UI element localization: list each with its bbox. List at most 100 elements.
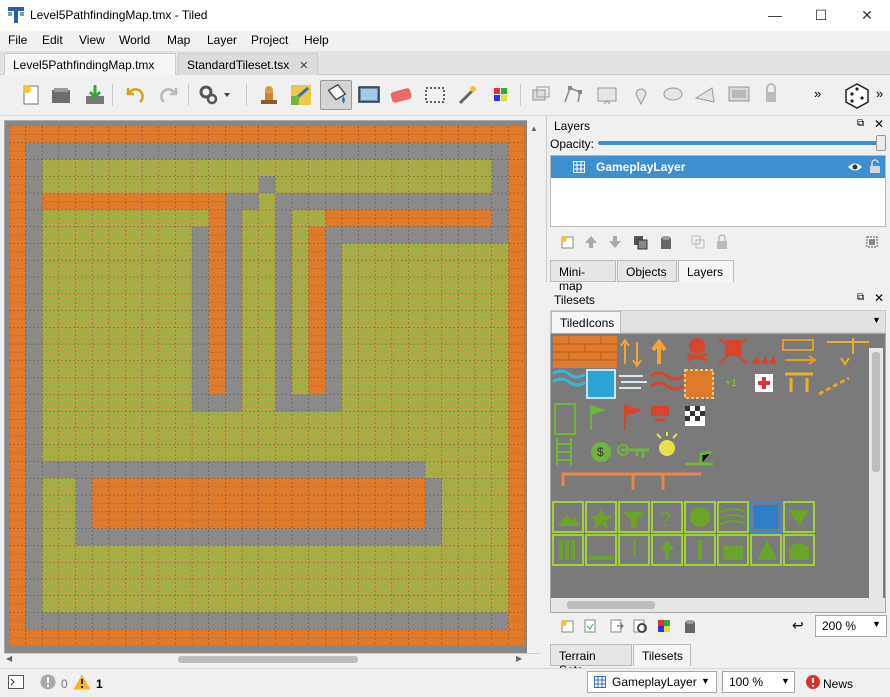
map-tile-grass[interactable] xyxy=(458,276,476,294)
map-tile-grass[interactable] xyxy=(291,545,309,563)
random-mode-icon[interactable] xyxy=(842,80,872,110)
map-tile-grass[interactable] xyxy=(75,394,93,412)
map-tile-grey-path[interactable] xyxy=(208,394,226,412)
map-tile-orange-wall[interactable] xyxy=(308,243,326,261)
map-tile-orange-wall[interactable] xyxy=(125,629,143,646)
map-tile-grass[interactable] xyxy=(408,327,426,345)
map-tile-grass[interactable] xyxy=(375,344,393,362)
map-tile-orange-wall[interactable] xyxy=(325,478,343,496)
map-tile-grey-path[interactable] xyxy=(75,142,93,160)
map-tile-orange-wall[interactable] xyxy=(325,126,343,143)
map-tile-grass[interactable] xyxy=(42,327,60,345)
map-tile-grass[interactable] xyxy=(375,327,393,345)
map-tile-grass[interactable] xyxy=(175,360,193,378)
map-tile-grass[interactable] xyxy=(192,578,209,596)
map-tile-orange-wall[interactable] xyxy=(208,126,226,143)
news-label[interactable]: News xyxy=(823,677,853,691)
map-tile-orange-wall[interactable] xyxy=(108,511,126,529)
map-tile-grey-path[interactable] xyxy=(25,209,43,227)
map-tile-grass[interactable] xyxy=(92,344,110,362)
map-tile-grass[interactable] xyxy=(175,562,193,580)
map-tile-grass[interactable] xyxy=(358,377,376,395)
map-tile-orange-wall[interactable] xyxy=(308,310,326,328)
map-tile-orange-wall[interactable] xyxy=(25,629,43,646)
map-tile-grass[interactable] xyxy=(92,226,110,244)
map-tile-orange-wall[interactable] xyxy=(508,427,525,445)
map-tile-grey-path[interactable] xyxy=(25,327,43,345)
map-tile-grass[interactable] xyxy=(142,545,160,563)
map-tile-grass[interactable] xyxy=(391,562,409,580)
map-tile-grass[interactable] xyxy=(341,444,359,462)
map-tile-grey-path[interactable] xyxy=(92,612,110,630)
map-tile-orange-wall[interactable] xyxy=(275,495,293,513)
map-tile-grey-path[interactable] xyxy=(208,528,226,546)
map-tile-grey-path[interactable] xyxy=(192,461,209,479)
map-tile-grass[interactable] xyxy=(125,159,143,177)
map-tile-orange-wall[interactable] xyxy=(9,545,26,563)
map-tile-grey-path[interactable] xyxy=(108,528,126,546)
map-tile-grass[interactable] xyxy=(375,159,393,177)
map-tile-grass[interactable] xyxy=(425,159,442,177)
map-tile-grass[interactable] xyxy=(475,276,492,294)
map-tile-grey-path[interactable] xyxy=(425,142,442,160)
map-tile-grass[interactable] xyxy=(42,344,60,362)
map-tile-grass[interactable] xyxy=(341,595,359,613)
map-tile-grass[interactable] xyxy=(458,461,476,479)
map-tile-grass[interactable] xyxy=(358,327,376,345)
map-tile-grass[interactable] xyxy=(258,394,276,412)
map-tile-grass[interactable] xyxy=(75,545,93,563)
map-tile-grass[interactable] xyxy=(475,578,492,596)
map-tile-orange-wall[interactable] xyxy=(9,193,26,211)
map-tile-grass[interactable] xyxy=(375,276,393,294)
map-tile-grass[interactable] xyxy=(475,243,492,261)
map-tile-grey-path[interactable] xyxy=(192,327,209,345)
map-tile-grass[interactable] xyxy=(125,444,143,462)
map-tile-grass[interactable] xyxy=(92,360,110,378)
map-tile-orange-wall[interactable] xyxy=(42,193,60,211)
map-tile-grass[interactable] xyxy=(58,528,76,546)
map-tile-orange-wall[interactable] xyxy=(175,126,193,143)
map-tile-grass[interactable] xyxy=(208,444,226,462)
map-tile-orange-wall[interactable] xyxy=(208,377,226,395)
map-tile-orange-wall[interactable] xyxy=(308,293,326,311)
map-tile-orange-wall[interactable] xyxy=(75,193,93,211)
map-tile-orange-wall[interactable] xyxy=(225,495,243,513)
map-tile-orange-wall[interactable] xyxy=(9,209,26,227)
map-tile-grass[interactable] xyxy=(142,159,160,177)
map-tile-grey-path[interactable] xyxy=(275,612,293,630)
map-tile-grass[interactable] xyxy=(291,427,309,445)
map-tile-grass[interactable] xyxy=(408,159,426,177)
map-tile-orange-wall[interactable] xyxy=(508,176,525,194)
map-tile-orange-wall[interactable] xyxy=(208,276,226,294)
rect-select-icon[interactable] xyxy=(422,82,448,108)
map-tile-grass[interactable] xyxy=(42,176,60,194)
map-tile-grass[interactable] xyxy=(341,411,359,429)
map-tile-grass[interactable] xyxy=(175,226,193,244)
map-tile-grass[interactable] xyxy=(42,310,60,328)
map-tile-orange-wall[interactable] xyxy=(441,629,459,646)
map-tile-orange-wall[interactable] xyxy=(42,629,60,646)
map-tile-grass[interactable] xyxy=(291,293,309,311)
map-tile-orange-wall[interactable] xyxy=(9,461,26,479)
map-tile-grass[interactable] xyxy=(441,427,459,445)
map-tile-orange-wall[interactable] xyxy=(125,193,143,211)
menu-help[interactable]: Help xyxy=(304,33,329,47)
map-tile-grass[interactable] xyxy=(158,545,176,563)
tileset-vertical-scrollbar[interactable] xyxy=(869,348,883,598)
map-tile-grass[interactable] xyxy=(391,578,409,596)
map-tile-grey-path[interactable] xyxy=(425,511,442,529)
map-tile-grass[interactable] xyxy=(341,344,359,362)
map-tile-grass[interactable] xyxy=(175,427,193,445)
map-tile-grass[interactable] xyxy=(158,209,176,227)
map-tile-grass[interactable] xyxy=(242,545,259,563)
map-tile-grey-path[interactable] xyxy=(291,193,309,211)
map-tile-grass[interactable] xyxy=(242,243,259,261)
map-tile-grass[interactable] xyxy=(92,427,110,445)
map-tile-grass[interactable] xyxy=(308,562,326,580)
map-tile-grass[interactable] xyxy=(325,411,343,429)
layer-properties-icon[interactable] xyxy=(864,234,880,250)
map-tile-orange-wall[interactable] xyxy=(208,629,226,646)
map-tile-grass[interactable] xyxy=(458,427,476,445)
map-tile-orange-wall[interactable] xyxy=(408,209,426,227)
map-tile-grass[interactable] xyxy=(408,545,426,563)
